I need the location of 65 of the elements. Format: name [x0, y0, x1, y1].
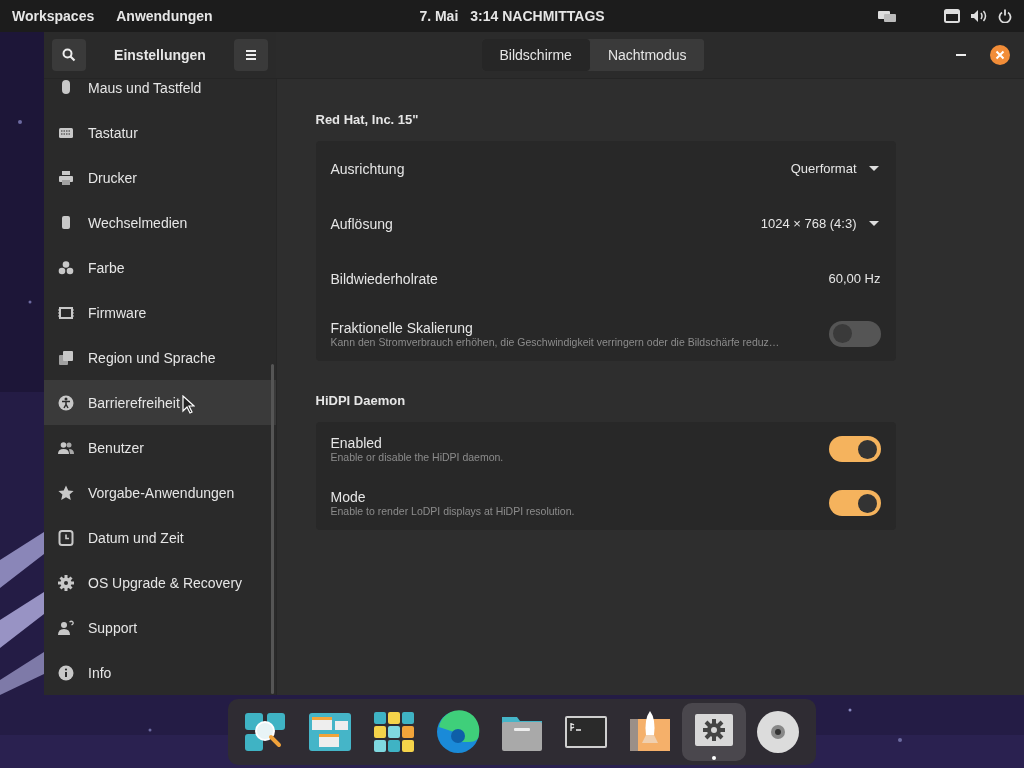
dock-item[interactable] — [682, 702, 746, 761]
printer-icon — [58, 169, 74, 186]
clock-icon — [58, 529, 74, 546]
setting-label: Auflösung — [330, 215, 393, 232]
sidebar-item[interactable]: Farbe — [44, 245, 276, 290]
running-indicator — [712, 755, 716, 760]
sidebar-item[interactable]: Support — [44, 605, 276, 650]
toggle-switch[interactable] — [828, 436, 881, 462]
info-icon — [58, 664, 74, 681]
setting-label: Bildwiederholrate — [330, 270, 438, 287]
setting-description: Enable or disable the HiDPI daemon. — [330, 451, 504, 463]
sidebar-item[interactable]: Wechselmedien — [44, 200, 276, 245]
sidebar-item[interactable]: Info — [44, 650, 276, 695]
power-icon[interactable] — [998, 9, 1012, 23]
disc-icon — [755, 708, 801, 755]
menu-icon — [245, 50, 257, 60]
setting-description: Kann den Stromverbrauch erhöhen, die Geschwindigkeit verringern oder die Bildschärfe reduz… — [330, 335, 780, 348]
toggle-switch[interactable] — [828, 320, 881, 347]
sidebar-item[interactable]: Tastatur — [44, 110, 276, 155]
toggle-switch[interactable] — [828, 490, 881, 516]
sidebar-item[interactable]: Barrierefreiheit — [44, 380, 276, 425]
sidebar-item[interactable]: Datum und Zeit — [44, 515, 276, 560]
volume-icon[interactable] — [970, 9, 988, 23]
top-bar-menu[interactable]: Workspaces — [12, 8, 95, 24]
setting-label: Fraktionelle Skalierung — [330, 319, 474, 336]
setting-description: Enable to render LoDPI displays at HiDPI resolution. — [330, 505, 575, 517]
sidebar-item[interactable]: Drucker — [44, 155, 276, 200]
section-title: Red Hat, Inc. 15" — [315, 112, 420, 127]
search-button[interactable] — [52, 39, 86, 71]
tab[interactable]: Bildschirme — [481, 39, 590, 71]
sidebar-item[interactable]: Maus und Tastfeld — [44, 79, 276, 110]
dropdown[interactable]: 1024 × 768 (4:3) — [760, 216, 881, 231]
setting-label: Ausrichtung — [330, 160, 405, 177]
search-icon — [62, 48, 76, 62]
window-title: Einstellungen — [114, 47, 206, 63]
time-text[interactable]: 3:14 NACHMITTAGS — [470, 8, 605, 24]
close-button[interactable] — [990, 45, 1010, 65]
refresh-rate-value: 60,00 Hz — [828, 271, 881, 286]
setting-label: Enabled — [330, 435, 383, 451]
notification-icon[interactable] — [944, 9, 960, 23]
accessibility-icon — [58, 394, 74, 411]
language-icon — [58, 349, 74, 366]
chip-icon — [58, 304, 74, 321]
sidebar-item[interactable]: OS Upgrade & Recovery — [44, 560, 276, 605]
dropdown[interactable]: Querformat — [790, 161, 881, 176]
section-title: HiDPI Daemon — [315, 393, 407, 408]
browser-icon — [435, 708, 481, 755]
caret-icon — [868, 220, 879, 227]
gear-icon — [58, 574, 74, 591]
scrollbar[interactable] — [271, 364, 274, 694]
sidebar-item[interactable]: Firmware — [44, 290, 276, 335]
sidebar-item[interactable]: Region und Sprache — [44, 335, 276, 380]
mouse-cursor-icon — [182, 395, 195, 414]
users-icon — [58, 439, 74, 456]
date-text[interactable]: 7. Mai — [419, 8, 459, 24]
caret-icon — [868, 165, 879, 172]
sidebar-item[interactable]: Benutzer — [44, 425, 276, 470]
top-bar-menu[interactable]: Anwendungen — [116, 8, 213, 24]
sidebar-item[interactable]: Vorgabe-Anwendungen — [44, 470, 276, 515]
circles-icon — [58, 259, 74, 276]
setting-label: Mode — [330, 489, 367, 505]
display-icon[interactable] — [878, 9, 896, 23]
person-icon — [58, 619, 74, 636]
star-icon — [58, 484, 74, 501]
menu-button[interactable] — [234, 39, 268, 71]
